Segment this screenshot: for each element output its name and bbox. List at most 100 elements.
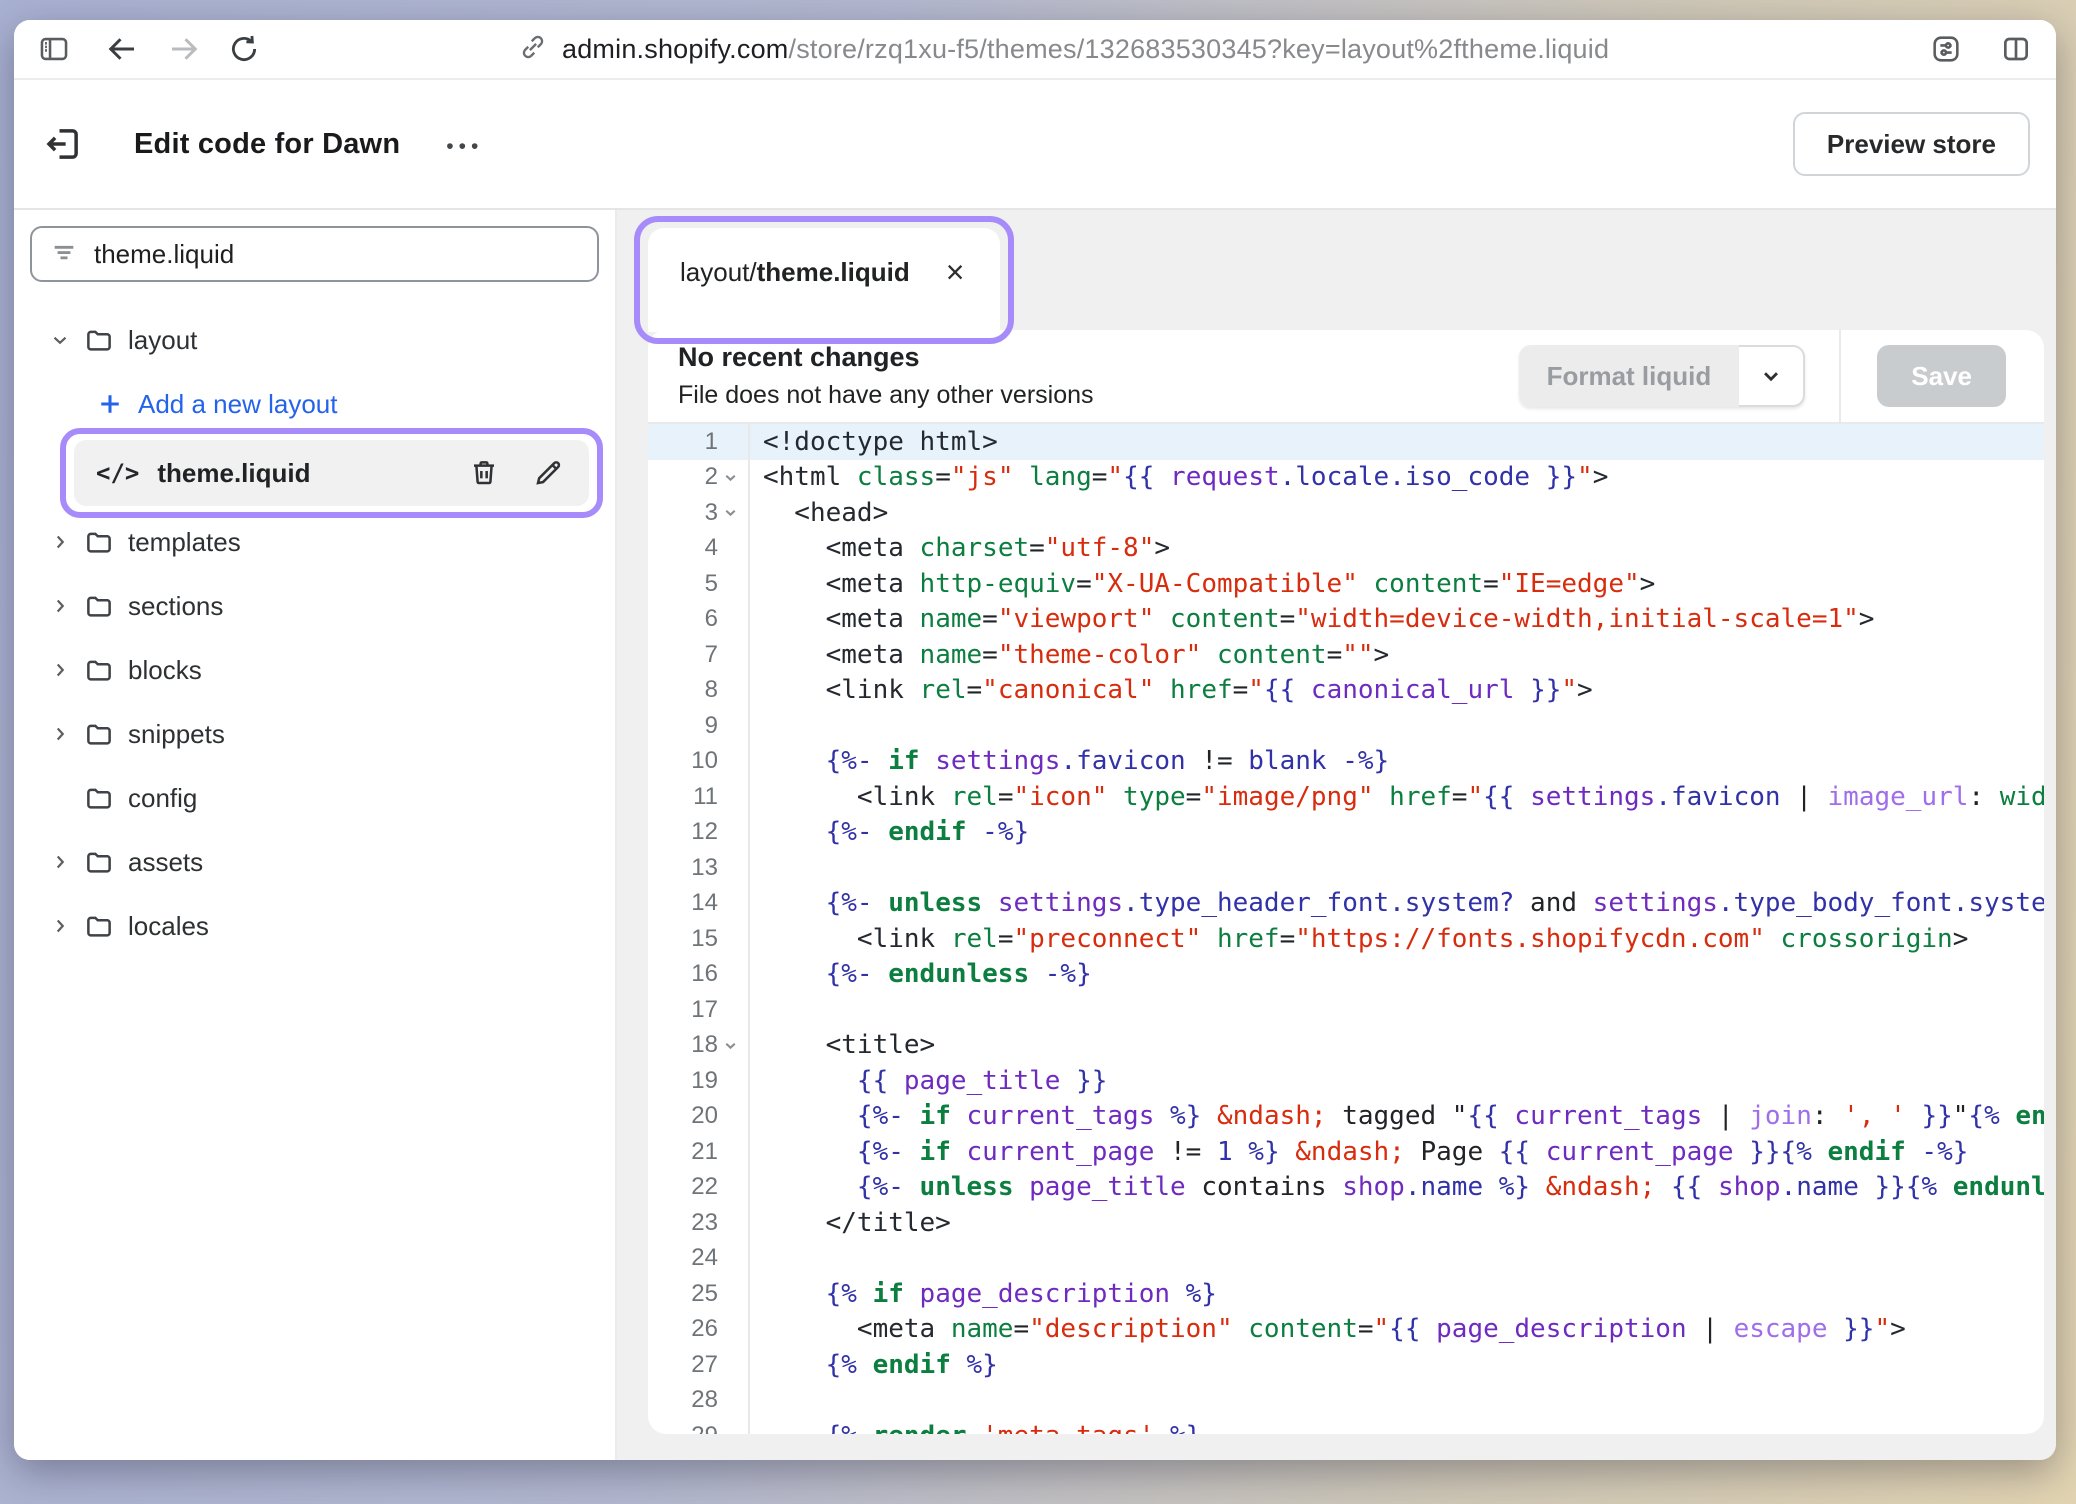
tree-folder-templates[interactable]: templates bbox=[30, 510, 599, 574]
more-actions-button[interactable]: ••• bbox=[446, 129, 483, 159]
search-input[interactable] bbox=[94, 239, 579, 270]
tree-folder-layout[interactable]: layout bbox=[30, 308, 599, 372]
tree-label: layout bbox=[128, 325, 197, 356]
tree-folder-config[interactable]: config bbox=[30, 766, 599, 830]
fold-arrow-icon[interactable] bbox=[718, 504, 742, 521]
fold-arrow-icon[interactable] bbox=[718, 1037, 742, 1054]
line-gutter: 3 bbox=[648, 495, 750, 531]
code-text: {% render 'meta-tags' %} bbox=[750, 1421, 1201, 1434]
forward-button-icon[interactable] bbox=[162, 27, 206, 71]
chevron-right-icon[interactable] bbox=[48, 915, 72, 937]
file-tree: layout Add a new layout</>theme.liquidtem… bbox=[30, 308, 599, 958]
add-new-layout-button[interactable]: Add a new layout bbox=[30, 372, 599, 436]
code-line-5[interactable]: 5 <meta http-equiv="X-UA-Compatible" con… bbox=[648, 566, 2044, 602]
tree-folder-blocks[interactable]: blocks bbox=[30, 638, 599, 702]
tree-folder-locales[interactable]: locales bbox=[30, 894, 599, 958]
code-line-12[interactable]: 12 {%- endif -%} bbox=[648, 815, 2044, 851]
save-button[interactable]: Save bbox=[1877, 345, 2006, 407]
chevron-right-icon[interactable] bbox=[48, 851, 72, 873]
file-label: theme.liquid bbox=[157, 458, 310, 489]
line-gutter: 9 bbox=[648, 708, 750, 744]
line-gutter: 14 bbox=[648, 886, 750, 922]
code-line-6[interactable]: 6 <meta name="viewport" content="width=d… bbox=[648, 602, 2044, 638]
browser-settings-icon[interactable] bbox=[1924, 27, 1968, 71]
line-number: 10 bbox=[691, 747, 718, 775]
code-line-14[interactable]: 14 {%- unless settings.type_header_font.… bbox=[648, 886, 2044, 922]
line-number: 11 bbox=[693, 783, 718, 811]
code-line-9[interactable]: 9 bbox=[648, 708, 2044, 744]
tree-folder-assets[interactable]: assets bbox=[30, 830, 599, 894]
tree-label: locales bbox=[128, 911, 209, 942]
tree-folder-snippets[interactable]: snippets bbox=[30, 702, 599, 766]
file-search[interactable] bbox=[30, 226, 599, 282]
line-number: 2 bbox=[705, 463, 718, 491]
line-number: 21 bbox=[691, 1138, 718, 1166]
line-number: 27 bbox=[691, 1351, 718, 1379]
line-number: 7 bbox=[705, 641, 718, 669]
chevron-right-icon[interactable] bbox=[48, 531, 72, 553]
code-line-18[interactable]: 18 <title> bbox=[648, 1028, 2044, 1064]
code-line-19[interactable]: 19 {{ page_title }} bbox=[648, 1063, 2044, 1099]
line-number: 5 bbox=[705, 570, 718, 598]
link-icon bbox=[518, 32, 548, 67]
code-line-4[interactable]: 4 <meta charset="utf-8"> bbox=[648, 531, 2044, 567]
tree-file-theme.liquid[interactable]: </>theme.liquid bbox=[74, 440, 589, 506]
code-line-10[interactable]: 10 {%- if settings.favicon != blank -%} bbox=[648, 744, 2044, 780]
code-line-1[interactable]: 1<!doctype html> bbox=[648, 424, 2044, 460]
code-line-3[interactable]: 3 <head> bbox=[648, 495, 2044, 531]
code-line-28[interactable]: 28 bbox=[648, 1383, 2044, 1419]
code-line-17[interactable]: 17 bbox=[648, 992, 2044, 1028]
code-editor[interactable]: 1<!doctype html>2<html class="js" lang="… bbox=[648, 424, 2044, 1434]
code-line-15[interactable]: 15 <link rel="preconnect" href="https://… bbox=[648, 921, 2044, 957]
back-button-icon[interactable] bbox=[100, 27, 144, 71]
line-gutter: 13 bbox=[648, 850, 750, 886]
trash-icon[interactable] bbox=[467, 456, 501, 490]
line-gutter: 18 bbox=[648, 1028, 750, 1064]
chevron-down-icon[interactable] bbox=[48, 329, 72, 351]
page-title: Edit code for Dawn bbox=[134, 128, 400, 161]
tree-label: blocks bbox=[128, 655, 202, 686]
split-view-icon[interactable] bbox=[1994, 27, 2038, 71]
code-line-11[interactable]: 11 <link rel="icon" type="image/png" hre… bbox=[648, 779, 2044, 815]
tree-folder-sections[interactable]: sections bbox=[30, 574, 599, 638]
code-line-24[interactable]: 24 bbox=[648, 1241, 2044, 1277]
format-liquid-split-button: Format liquid bbox=[1519, 345, 1806, 407]
line-number: 25 bbox=[691, 1280, 718, 1308]
chevron-right-icon[interactable] bbox=[48, 723, 72, 745]
code-line-29[interactable]: 29 {% render 'meta-tags' %} bbox=[648, 1418, 2044, 1434]
code-line-26[interactable]: 26 <meta name="description" content="{{ … bbox=[648, 1312, 2044, 1348]
pencil-icon[interactable] bbox=[531, 456, 565, 490]
code-line-8[interactable]: 8 <link rel="canonical" href="{{ canonic… bbox=[648, 673, 2044, 709]
code-line-22[interactable]: 22 {%- unless page_title contains shop.n… bbox=[648, 1170, 2044, 1206]
close-icon[interactable]: × bbox=[946, 256, 965, 288]
address-bar[interactable]: admin.shopify.com/store/rzq1xu-f5/themes… bbox=[518, 32, 1609, 67]
code-editor-panel: No recent changes File does not have any… bbox=[648, 330, 2044, 1434]
tab-theme-liquid[interactable]: layout/theme.liquid × bbox=[648, 228, 1000, 332]
chevron-right-icon[interactable] bbox=[48, 595, 72, 617]
code-line-20[interactable]: 20 {%- if current_tags %} &ndash; tagged… bbox=[648, 1099, 2044, 1135]
code-line-23[interactable]: 23 </title> bbox=[648, 1205, 2044, 1241]
fold-arrow-icon[interactable] bbox=[718, 469, 742, 486]
format-options-button[interactable] bbox=[1739, 345, 1805, 407]
line-gutter: 24 bbox=[648, 1241, 750, 1277]
browser-toolbar: admin.shopify.com/store/rzq1xu-f5/themes… bbox=[14, 20, 2056, 78]
code-line-25[interactable]: 25 {% if page_description %} bbox=[648, 1276, 2044, 1312]
exit-icon[interactable] bbox=[40, 121, 86, 167]
format-liquid-button[interactable]: Format liquid bbox=[1519, 345, 1740, 407]
browser-window: admin.shopify.com/store/rzq1xu-f5/themes… bbox=[14, 20, 2056, 1460]
reload-icon[interactable] bbox=[222, 27, 266, 71]
code-line-16[interactable]: 16 {%- endunless -%} bbox=[648, 957, 2044, 993]
sidebar-toggle-icon[interactable] bbox=[32, 27, 76, 71]
code-line-2[interactable]: 2<html class="js" lang="{{ request.local… bbox=[648, 460, 2044, 496]
preview-store-button[interactable]: Preview store bbox=[1793, 112, 2030, 176]
code-line-7[interactable]: 7 <meta name="theme-color" content=""> bbox=[648, 637, 2044, 673]
code-line-21[interactable]: 21 {%- if current_page != 1 %} &ndash; P… bbox=[648, 1134, 2044, 1170]
chevron-right-icon[interactable] bbox=[48, 659, 72, 681]
folder-icon bbox=[84, 527, 114, 557]
line-gutter: 10 bbox=[648, 744, 750, 780]
code-text: {%- unless settings.type_header_font.sys… bbox=[750, 888, 2044, 918]
line-gutter: 1 bbox=[648, 424, 750, 460]
code-line-27[interactable]: 27 {% endif %} bbox=[648, 1347, 2044, 1383]
code-line-13[interactable]: 13 bbox=[648, 850, 2044, 886]
url-path: /store/rzq1xu-f5/themes/132683530345?key… bbox=[789, 34, 1610, 64]
